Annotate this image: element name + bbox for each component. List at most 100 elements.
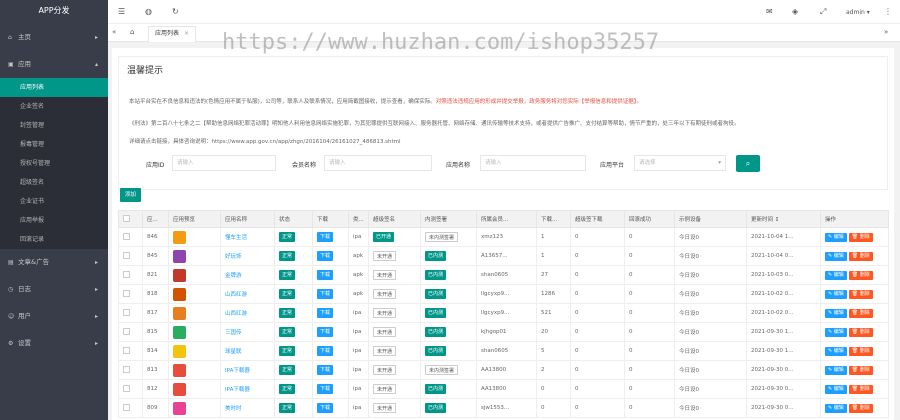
checkbox[interactable] xyxy=(123,251,130,259)
edit-button[interactable]: ✎ 编辑 xyxy=(825,270,847,280)
refresh-icon[interactable]: ↻ xyxy=(172,7,179,16)
time-cell: 2021-10-02 0... xyxy=(746,303,821,323)
sidebar-subitem-app-list[interactable]: 应用列表 xyxy=(0,78,108,97)
close-icon[interactable]: × xyxy=(184,30,189,37)
app-name-link[interactable]: 山西红游 xyxy=(225,292,247,298)
delete-button[interactable]: 🗑 删除 xyxy=(848,270,873,280)
user-menu[interactable]: admin ▾ xyxy=(846,9,870,16)
edit-button[interactable]: ✎ 编辑 xyxy=(825,327,847,337)
more-icon[interactable]: ⋮ xyxy=(884,7,892,16)
platform-select[interactable]: 请选择 ▾ xyxy=(634,155,726,171)
sidebar-item-home[interactable]: ⌂ 主页 ▸ xyxy=(0,24,108,51)
delete-button[interactable]: 🗑 删除 xyxy=(848,327,873,337)
sidebar-subitem-cert[interactable]: 企业证书 xyxy=(0,192,108,211)
app-icon-preview xyxy=(173,363,186,377)
delete-button[interactable]: 🗑 删除 xyxy=(848,308,873,318)
delete-button[interactable]: 🗑 删除 xyxy=(848,365,873,375)
sidebar-subitem-rollback[interactable]: 回滚记录 xyxy=(0,230,108,249)
checkbox[interactable] xyxy=(123,384,130,392)
globe-icon[interactable]: ◍ xyxy=(145,7,152,16)
app-name-link[interactable]: 球星联 xyxy=(225,349,242,355)
app-name-link[interactable]: 懂车生活 xyxy=(225,235,247,241)
internal-sign-badge: 已内测 xyxy=(425,289,447,299)
app-id-input[interactable]: 请输入 xyxy=(172,155,276,171)
app-name-link[interactable]: 好玩饰 xyxy=(225,254,242,260)
checkbox[interactable] xyxy=(123,346,130,354)
row-select-cell[interactable] xyxy=(118,379,143,399)
theme-icon[interactable]: ◈ xyxy=(792,7,798,16)
download-button[interactable]: 下载 xyxy=(317,346,334,356)
sidebar-subitem-auth[interactable]: 授权号管理 xyxy=(0,154,108,173)
sidebar-subitem-report[interactable]: 应用举报 xyxy=(0,211,108,230)
sidebar-subitem-seal[interactable]: 封签管理 xyxy=(0,116,108,135)
delete-button[interactable]: 🗑 删除 xyxy=(848,251,873,261)
checkbox[interactable] xyxy=(123,365,130,373)
add-button[interactable]: 添加 xyxy=(120,188,142,202)
delete-button[interactable]: 🗑 删除 xyxy=(848,232,873,242)
tab-scroll-right-icon[interactable]: » xyxy=(884,28,888,36)
row-select-cell[interactable] xyxy=(118,341,143,361)
delete-button[interactable]: 🗑 删除 xyxy=(848,346,873,356)
row-select-cell[interactable] xyxy=(118,303,143,323)
app-name-link[interactable]: 美时时 xyxy=(225,406,242,412)
download-button[interactable]: 下载 xyxy=(317,403,334,413)
checkbox[interactable] xyxy=(123,289,130,297)
message-icon[interactable]: ✉ xyxy=(766,7,773,16)
edit-button[interactable]: ✎ 编辑 xyxy=(825,308,847,318)
search-button[interactable]: ⌕ xyxy=(736,155,760,172)
download-button[interactable]: 下载 xyxy=(317,308,334,318)
download-button[interactable]: 下载 xyxy=(317,251,334,261)
app-name-link[interactable]: IPA下载器 xyxy=(225,387,250,393)
app-name-link[interactable]: IPA下载器 xyxy=(225,368,250,374)
checkbox[interactable] xyxy=(123,403,130,411)
sidebar-item-user[interactable]: ☺ 用户 ▸ xyxy=(0,303,108,330)
sidebar-subitem-virus[interactable]: 报毒管理 xyxy=(0,135,108,154)
checkbox[interactable] xyxy=(123,270,130,278)
download-button[interactable]: 下载 xyxy=(317,327,334,337)
row-select-cell[interactable] xyxy=(118,227,143,247)
menu-toggle-icon[interactable]: ☰ xyxy=(118,7,125,16)
row-select-cell[interactable] xyxy=(118,284,143,304)
sidebar-item-app[interactable]: ▣ 应用 ▴ xyxy=(0,51,108,78)
edit-button[interactable]: ✎ 编辑 xyxy=(825,346,847,356)
edit-button[interactable]: ✎ 编辑 xyxy=(825,232,847,242)
app-name-link[interactable]: 三国传 xyxy=(225,330,242,336)
notice-line: 详细请点击链接，具体咨询说明：https://www.app.gov.cn/ap… xyxy=(129,137,401,145)
app-name-link[interactable]: 山西红游 xyxy=(225,311,247,317)
download-button[interactable]: 下载 xyxy=(317,365,334,375)
row-select-cell[interactable] xyxy=(118,398,143,418)
download-button[interactable]: 下载 xyxy=(317,384,334,394)
row-select-cell[interactable] xyxy=(118,246,143,266)
checkbox[interactable] xyxy=(123,327,130,335)
member-name-input[interactable]: 请输入 xyxy=(324,155,432,171)
select-all-checkbox[interactable] xyxy=(118,210,143,228)
tab-scroll-left-icon[interactable]: « xyxy=(112,28,116,36)
row-select-cell[interactable] xyxy=(118,322,143,342)
home-tab-icon[interactable]: ⌂ xyxy=(130,28,134,36)
delete-button[interactable]: 🗑 删除 xyxy=(848,403,873,413)
edit-button[interactable]: ✎ 编辑 xyxy=(825,403,847,413)
download-button[interactable]: 下载 xyxy=(317,232,334,242)
fullscreen-icon[interactable]: ⤢ xyxy=(820,7,826,17)
checkbox[interactable] xyxy=(123,214,130,222)
row-select-cell[interactable] xyxy=(118,360,143,380)
edit-button[interactable]: ✎ 编辑 xyxy=(825,289,847,299)
checkbox[interactable] xyxy=(123,232,130,240)
app-name-link[interactable]: 金牌游 xyxy=(225,273,242,279)
edit-button[interactable]: ✎ 编辑 xyxy=(825,251,847,261)
sidebar-item-log[interactable]: ◷ 日志 ▸ xyxy=(0,276,108,303)
app-name-input[interactable]: 请输入 xyxy=(480,155,586,171)
download-button[interactable]: 下载 xyxy=(317,289,334,299)
row-select-cell[interactable] xyxy=(118,265,143,285)
sidebar-item-settings[interactable]: ⚙ 设置 ▸ xyxy=(0,330,108,357)
edit-button[interactable]: ✎ 编辑 xyxy=(825,365,847,375)
checkbox[interactable] xyxy=(123,308,130,316)
sidebar-subitem-super-sign[interactable]: 超级签名 xyxy=(0,173,108,192)
download-button[interactable]: 下载 xyxy=(317,270,334,280)
delete-button[interactable]: 🗑 删除 xyxy=(848,289,873,299)
sidebar-item-article[interactable]: ▤ 文章&广告 ▸ xyxy=(0,249,108,276)
delete-button[interactable]: 🗑 删除 xyxy=(848,384,873,394)
tab-app-list[interactable]: 应用列表 × xyxy=(148,26,197,42)
sidebar-subitem-enterprise-sign[interactable]: 企业签名 xyxy=(0,97,108,116)
edit-button[interactable]: ✎ 编辑 xyxy=(825,384,847,394)
